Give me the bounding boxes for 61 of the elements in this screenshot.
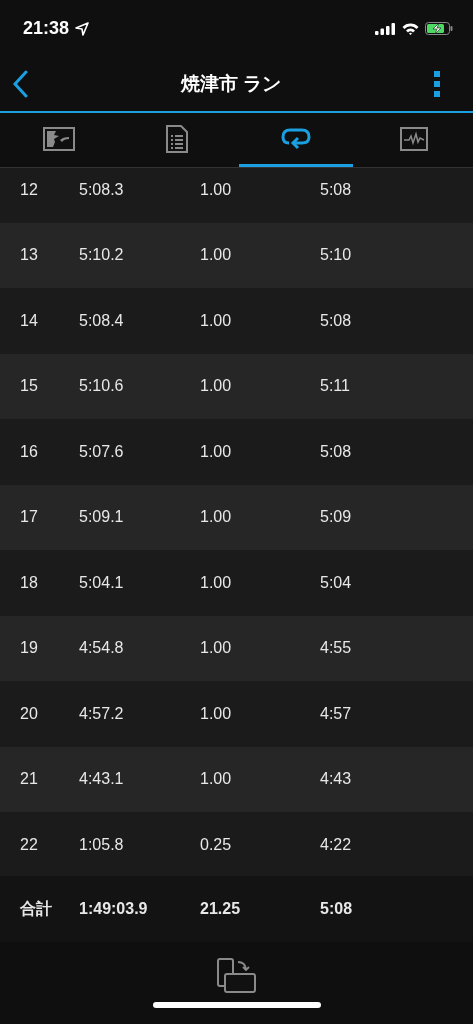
battery-charging-icon	[425, 22, 453, 35]
lap-number: 15	[19, 377, 39, 396]
table-cell-text: 5:08.4	[79, 311, 125, 330]
lap-number: 13	[19, 246, 39, 265]
table-cell-text: 1.00	[200, 311, 233, 330]
table-cell-text: 1.00	[200, 508, 233, 527]
table-cell-text: 1:49:03.9	[79, 900, 149, 918]
more-options-icon[interactable]	[434, 71, 440, 97]
table-cell-text: 4:54.8	[79, 639, 125, 658]
lap-number: 20	[19, 704, 39, 723]
table-cell-text: 5:07.6	[79, 442, 125, 461]
table-cell: 4:22	[320, 835, 352, 854]
table-cell-text: 1.00	[200, 573, 233, 592]
rotate-device-icon[interactable]	[216, 958, 257, 994]
loop-arrow-icon	[280, 127, 311, 150]
table-cell-text: 4:43.1	[79, 770, 125, 789]
lap-number: 16	[19, 442, 39, 461]
back-icon[interactable]	[12, 70, 28, 98]
table-cell: 5:10	[320, 246, 352, 265]
table-cell: 5:08	[320, 311, 352, 330]
table-cell: 4:43	[320, 770, 352, 789]
table-cell: 5:08	[320, 442, 352, 461]
lap-number: 14	[19, 311, 39, 330]
table-cell: 4:57	[320, 704, 352, 723]
location-arrow-icon	[75, 21, 90, 36]
table-cell-text: 1.00	[200, 639, 233, 658]
status-time: 21:38	[23, 18, 70, 39]
table-cell-text: 5:04.1	[79, 573, 125, 592]
wifi-icon	[402, 22, 419, 35]
total-label: 合計	[19, 898, 53, 919]
waveform-chart-icon	[399, 126, 428, 151]
table-cell: 4:55	[320, 639, 352, 658]
table-cell-text: 21.25	[200, 900, 242, 918]
table-cell-text: 1.00	[200, 246, 233, 265]
table-cell-text: 1.00	[200, 704, 233, 723]
table-cell-text: 4:57.2	[79, 704, 125, 723]
document-list-icon	[166, 124, 189, 153]
lap-number: 22	[19, 835, 39, 854]
table-cell-text: 1.00	[200, 770, 233, 789]
lap-number: 17	[19, 508, 39, 527]
map-icon	[43, 126, 76, 151]
lap-number: 18	[19, 573, 39, 592]
lap-number: 19	[19, 639, 39, 658]
table-cell-text: 1.00	[200, 377, 233, 396]
screen-title: 焼津市 ラン	[180, 72, 282, 96]
table-cell-text: 5:10.2	[79, 246, 125, 265]
table-cell-text: 1:05.8	[79, 835, 125, 854]
table-cell-text: 5:09.1	[79, 508, 125, 527]
lap-number: 21	[19, 770, 39, 789]
table-cell: 5:09	[320, 508, 352, 527]
table-cell-text: 5:08.3	[79, 180, 125, 199]
table-cell-text: 0.25	[200, 835, 233, 854]
table-cell: 5:11	[320, 377, 350, 396]
lap-number: 12	[19, 180, 39, 199]
table-cell-text: 1.00	[200, 180, 233, 199]
table-cell-text: 5:10.6	[79, 377, 125, 396]
signal-icon	[375, 22, 396, 35]
table-cell: 5:08	[320, 180, 352, 199]
table-cell-text: 1.00	[200, 442, 233, 461]
table-cell: 5:04	[320, 573, 352, 592]
table-cell: 5:08	[320, 900, 353, 918]
